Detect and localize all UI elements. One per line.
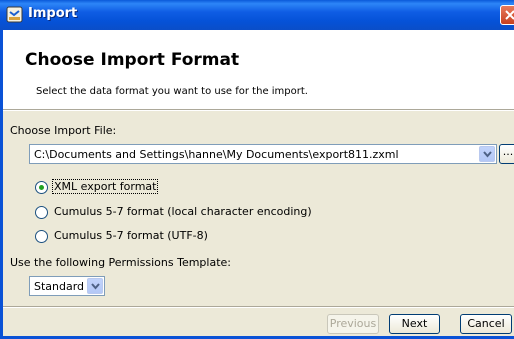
next-button[interactable]: Next: [389, 314, 440, 334]
wizard-header: Choose Import Format Select the data for…: [3, 30, 514, 109]
cumulus-local-radio[interactable]: [35, 206, 48, 219]
title-bar[interactable]: Import: [0, 0, 514, 30]
permissions-template-select[interactable]: Standard: [29, 276, 105, 296]
page-title: Choose Import Format: [25, 50, 240, 70]
close-icon: [505, 10, 514, 20]
previous-button[interactable]: Previous: [327, 314, 379, 334]
chevron-down-icon: [483, 151, 492, 158]
xml-format-radio[interactable]: [35, 181, 48, 194]
app-icon: [6, 6, 23, 23]
import-file-combobox[interactable]: C:\Documents and Settings\hanne\My Docum…: [29, 144, 497, 164]
permissions-label: Use the following Permissions Template:: [10, 256, 231, 269]
page-subtitle: Select the data format you want to use f…: [36, 86, 308, 97]
chevron-down-icon: [91, 283, 100, 290]
xml-format-label-text: XML export format: [52, 179, 159, 194]
cumulus-utf8-label[interactable]: Cumulus 5-7 format (UTF-8): [54, 229, 208, 242]
permissions-template-value: Standard: [34, 280, 85, 293]
browse-button[interactable]: ...: [499, 144, 514, 164]
header-divider-highlight: [3, 110, 514, 111]
import-file-dropdown-button[interactable]: [479, 146, 495, 162]
cumulus-local-label[interactable]: Cumulus 5-7 format (local character enco…: [54, 205, 312, 218]
xml-format-label[interactable]: XML export format: [52, 179, 159, 194]
close-button[interactable]: [500, 5, 514, 25]
import-file-label: Choose Import File:: [10, 124, 117, 137]
radio-selected-dot: [39, 185, 44, 190]
footer-divider-highlight: [3, 307, 514, 308]
import-file-path: C:\Documents and Settings\hanne\My Docum…: [34, 148, 399, 161]
cumulus-utf8-radio[interactable]: [35, 230, 48, 243]
window-title: Import: [28, 6, 78, 21]
cancel-button[interactable]: Cancel: [460, 314, 512, 334]
permissions-dropdown-button[interactable]: [87, 278, 103, 294]
